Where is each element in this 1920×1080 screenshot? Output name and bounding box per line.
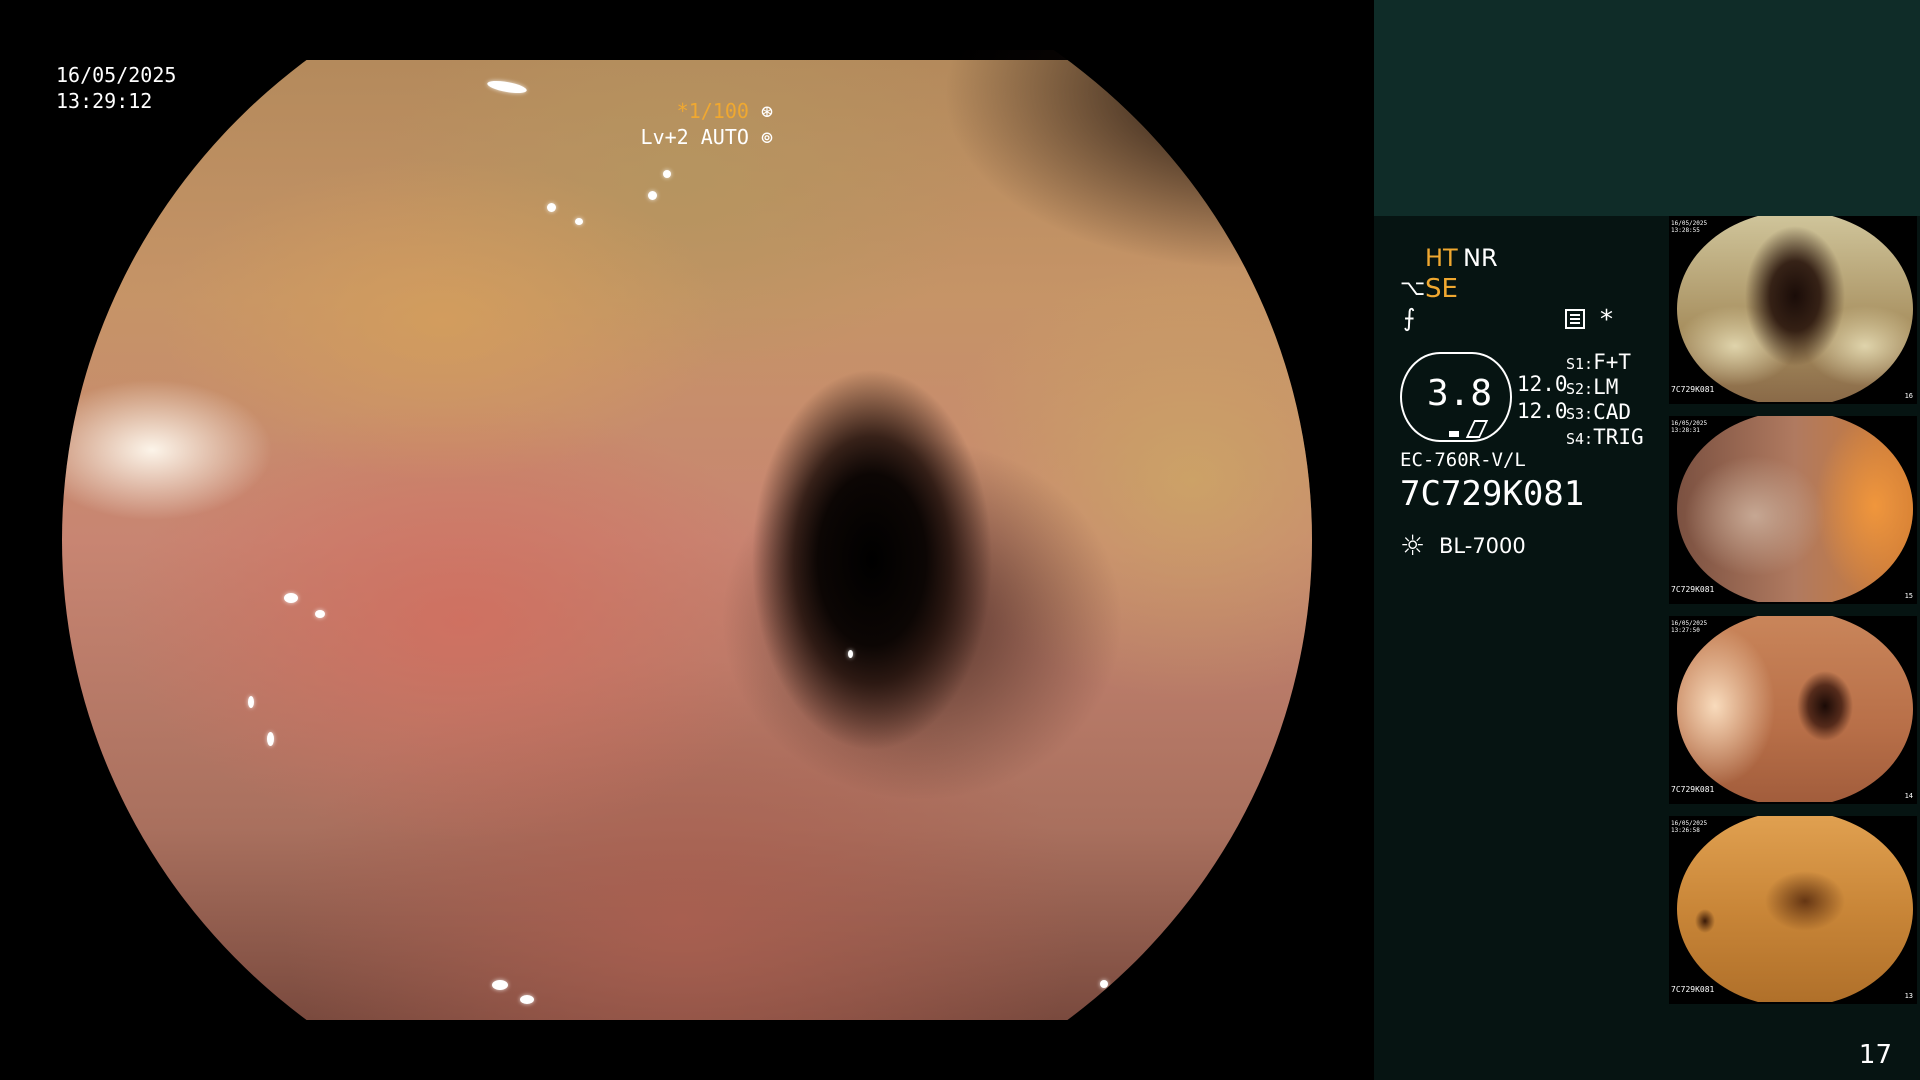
scene-key: S4:	[1566, 430, 1594, 448]
thumbnail-number: 13	[1904, 992, 1913, 1000]
menu-icon	[1565, 309, 1585, 329]
highlight	[575, 218, 583, 225]
thumbnail-serial: 7C729K081	[1671, 985, 1715, 994]
thumbnail-number: 16	[1904, 392, 1913, 400]
scene-value: F+T	[1593, 350, 1632, 374]
scope-serial: 7C729K081	[1400, 474, 1585, 514]
thumbnail-image	[1677, 816, 1913, 1002]
scene-key: S1:	[1566, 355, 1594, 373]
highlight	[848, 650, 853, 658]
f-icon: ⨍	[1403, 304, 1416, 332]
highlight	[663, 170, 671, 178]
se-icon: ⌥	[1400, 276, 1426, 301]
shutter-info: *1/100 ⊛ Lv+2 AUTO ⊚	[641, 98, 773, 150]
scene-value: CAD	[1593, 400, 1632, 424]
ht-label: HT	[1425, 244, 1458, 272]
thumbnail-date: 16/05/2025 13:26:58	[1671, 820, 1708, 834]
scene-s4: S4:TRIG	[1566, 425, 1644, 449]
date-text: 16/05/2025	[56, 63, 177, 87]
value-1: 12.0	[1517, 372, 1568, 396]
datetime: 16/05/2025 13:29:12	[56, 62, 176, 114]
light-source-icon: ☼	[1400, 529, 1426, 562]
highlight	[267, 732, 274, 746]
highlight	[248, 696, 254, 708]
thumbnail[interactable]: 16/05/2025 13:26:58 7C729K081 13	[1669, 816, 1917, 1004]
live-endoscope-image	[62, 50, 1312, 1020]
endoscopy-screen: 16/05/2025 13:29:12 *1/100 ⊛ Lv+2 AUTO ⊚…	[0, 0, 1920, 1080]
highlight	[486, 78, 528, 96]
value-2: 12.0	[1517, 399, 1568, 423]
thumbnail-image	[1677, 216, 1913, 402]
highlight	[520, 995, 534, 1004]
scene-s2: S2:LM	[1566, 375, 1618, 399]
thumbnail[interactable]: 16/05/2025 13:28:31 7C729K081 15	[1669, 416, 1917, 604]
thumbnail-date: 16/05/2025 13:28:31	[1671, 420, 1708, 434]
highlight	[1100, 980, 1108, 988]
thumbnail-date: 16/05/2025 13:28:55	[1671, 220, 1708, 234]
scene-value: TRIG	[1593, 425, 1644, 449]
thumbnail-serial: 7C729K081	[1671, 585, 1715, 594]
highlight	[315, 610, 325, 618]
thumbnail-date: 16/05/2025 13:27:50	[1671, 620, 1708, 634]
light-source-label: BL-7000	[1439, 534, 1526, 558]
aperture-icon: ⊚	[760, 125, 773, 149]
scene-value: LM	[1593, 375, 1619, 399]
thumbnail[interactable]: 16/05/2025 13:28:55 7C729K081 16	[1669, 216, 1917, 404]
main-endoscope-view: 16/05/2025 13:29:12 *1/100 ⊛ Lv+2 AUTO ⊚	[0, 0, 1373, 1080]
zoom-value: 3.8	[1427, 373, 1493, 414]
scene-key: S2:	[1566, 380, 1594, 398]
image-shadow	[942, 50, 1312, 270]
thumbnail[interactable]: 16/05/2025 13:27:50 7C729K081 14	[1669, 616, 1917, 804]
top-blank-panel	[1374, 0, 1920, 216]
zoom-bar-icon	[1449, 431, 1459, 437]
highlight	[648, 191, 657, 200]
thumbnail-number: 14	[1904, 792, 1913, 800]
se-label: SE	[1425, 274, 1458, 304]
level-label: Lv+2 AUTO	[640, 125, 749, 149]
iris-icon: ⊛	[760, 99, 773, 123]
asterisk-icon: *	[1600, 305, 1613, 335]
thumbnail-image	[1677, 616, 1913, 802]
page-number: 17	[1858, 1040, 1892, 1070]
thumbnail-image	[1677, 416, 1913, 602]
nr-label: NR	[1463, 244, 1498, 272]
time-text: 13:29:12	[56, 89, 153, 113]
highlight	[492, 980, 508, 990]
thumbnail-serial: 7C729K081	[1671, 785, 1715, 794]
thumbnail-serial: 7C729K081	[1671, 385, 1715, 394]
highlight	[547, 203, 556, 212]
highlight	[284, 593, 298, 603]
scene-s1: S1:F+T	[1566, 350, 1631, 374]
thumbnail-number: 15	[1904, 592, 1913, 600]
scope-model: EC-760R-V/L	[1400, 449, 1526, 471]
scene-key: S3:	[1566, 405, 1594, 423]
shutter-speed: *1/100	[676, 99, 749, 123]
scene-s3: S3:CAD	[1566, 400, 1631, 424]
